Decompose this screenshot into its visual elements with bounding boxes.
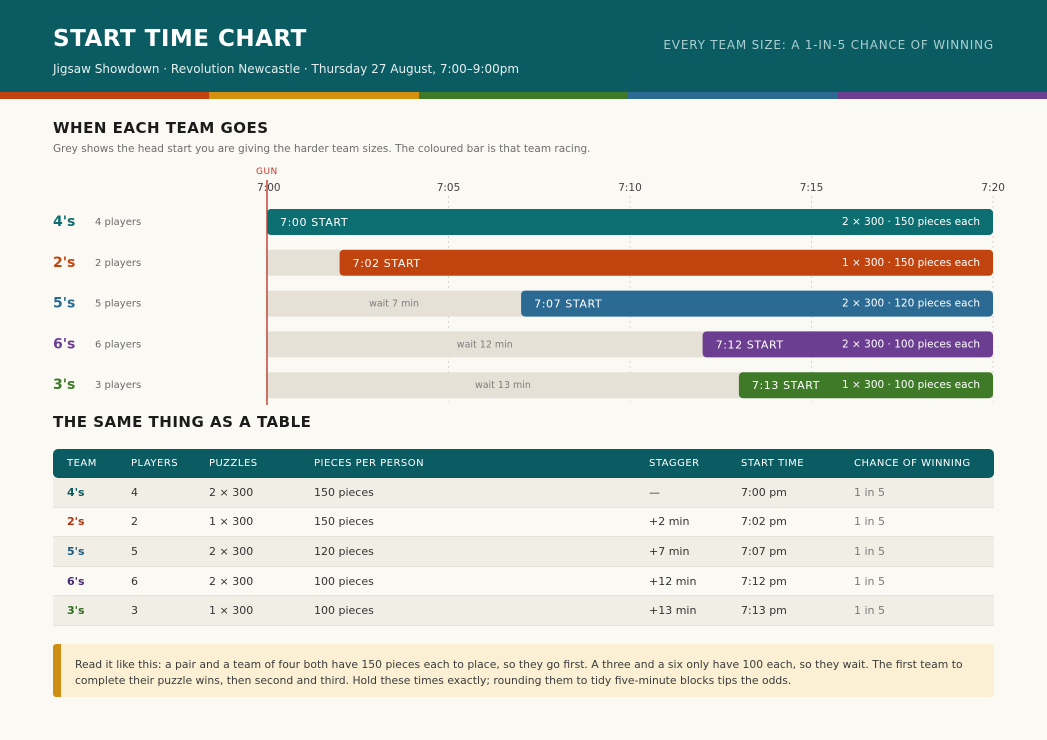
page-title: START TIME CHART: [53, 26, 307, 52]
cell-chance: 1 in 5: [854, 574, 886, 588]
cell-puzzles: 1 × 300: [209, 515, 254, 529]
gantt-description: Grey shows the head start you are giving…: [53, 143, 591, 155]
cell-pieces: 100 pieces: [314, 574, 374, 588]
wait-bar: [267, 249, 344, 276]
stripe-segment: [837, 92, 1047, 99]
team-label: 5's: [53, 296, 75, 312]
detail-label: 1 × 300 · 150 pieces each: [842, 257, 980, 269]
wait-label: wait 7 min: [369, 299, 419, 310]
cell-chance: 1 in 5: [854, 604, 886, 618]
note-text: Read it like this: a pair and a team of …: [75, 658, 963, 687]
table-header-row: TEAM PLAYERS PUZZLES PIECES PER PERSON S…: [53, 449, 994, 478]
team-label: 6's: [53, 336, 75, 352]
cell-chance: 1 in 5: [854, 515, 886, 529]
column-header-pieces: PIECES PER PERSON: [314, 458, 425, 469]
detail-label: 2 × 300 · 100 pieces each: [842, 338, 980, 350]
players-label: 2 players: [95, 258, 141, 269]
column-header-start-time: START TIME: [741, 458, 805, 469]
page-tagline: EVERY TEAM SIZE: A 1-IN-5 CHANCE OF WINN…: [663, 38, 994, 52]
start-label: 7:00 START: [280, 216, 348, 229]
column-header-puzzles: PUZZLES: [209, 458, 258, 469]
x-tick-label: 7:15: [800, 182, 824, 194]
table-body: 4's 4 2 × 300 150 pieces — 7:00 pm 1 in 5 2's 2 1…: [53, 478, 994, 626]
start-label: 7:13 START: [752, 379, 820, 392]
players-label: 6 players: [95, 339, 141, 350]
cell-pieces: 120 pieces: [314, 544, 374, 558]
cell-start-time: 7:02 pm: [741, 515, 787, 529]
stripe-segment: [0, 92, 210, 99]
cell-team: 3's: [67, 604, 85, 618]
table-row: 2's 2 1 × 300 150 pieces +2 min 7:02 pm 1 in 5: [53, 508, 994, 538]
reading-note: Read it like this: a pair and a team of …: [53, 644, 994, 697]
team-label: 4's: [53, 214, 75, 230]
players-label: 3 players: [95, 380, 141, 391]
gun-label: GUN: [256, 167, 278, 177]
cell-puzzles: 2 × 300: [209, 574, 254, 588]
cell-chance: 1 in 5: [854, 485, 886, 499]
page-subtitle: Jigsaw Showdown · Revolution Newcastle ·…: [53, 62, 520, 76]
start-label: 7:07 START: [534, 298, 602, 311]
detail-label: 1 × 300 · 100 pieces each: [842, 379, 980, 391]
team-label: 2's: [53, 255, 75, 271]
stripe-segment: [418, 92, 629, 99]
cell-stagger: +12 min: [649, 574, 697, 588]
x-tick-label: 7:00: [257, 182, 281, 194]
cell-team: 5's: [67, 544, 85, 558]
cell-pieces: 150 pieces: [314, 515, 374, 529]
column-header-team: TEAM: [67, 458, 97, 469]
cell-start-time: 7:00 pm: [741, 485, 787, 499]
cell-start-time: 7:13 pm: [741, 604, 787, 618]
column-header-stagger: STAGGER: [649, 458, 700, 469]
x-tick-label: 7:20: [981, 182, 1005, 194]
cell-start-time: 7:07 pm: [741, 544, 787, 558]
team-label: 3's: [53, 377, 75, 393]
start-label: 7:12 START: [716, 338, 784, 351]
detail-label: 2 × 300 · 120 pieces each: [842, 298, 980, 310]
table-row: 4's 4 2 × 300 150 pieces — 7:00 pm 1 in 5: [53, 478, 994, 508]
start-label: 7:02 START: [353, 257, 421, 270]
cell-start-time: 7:12 pm: [741, 574, 787, 588]
x-tick-label: 7:10: [618, 182, 642, 194]
cell-players: 2: [131, 515, 138, 529]
players-label: 5 players: [95, 299, 141, 310]
cell-puzzles: 1 × 300: [209, 604, 254, 618]
stripe-segment: [628, 92, 839, 99]
cell-players: 5: [131, 544, 138, 558]
cell-stagger: +2 min: [649, 515, 690, 529]
table-row: 6's 6 2 × 300 100 pieces +12 min 7:12 pm 1 in …: [53, 567, 994, 597]
cell-stagger: +7 min: [649, 544, 690, 558]
cell-stagger: —: [649, 485, 660, 499]
cell-stagger: +13 min: [649, 604, 697, 618]
start-time-gantt-chart: 7:00 7:05 7:10 7:15 7:20 GUN 4's 4 players 7:00 …: [53, 167, 1005, 405]
cell-team: 6's: [67, 574, 85, 588]
cell-chance: 1 in 5: [854, 544, 886, 558]
cell-pieces: 150 pieces: [314, 485, 374, 499]
cell-players: 6: [131, 574, 138, 588]
cell-pieces: 100 pieces: [314, 604, 374, 618]
column-header-players: PLAYERS: [131, 458, 179, 469]
column-header-chance: CHANCE OF WINNING: [854, 458, 971, 469]
cell-puzzles: 2 × 300: [209, 544, 254, 558]
x-tick-label: 7:05: [437, 182, 461, 194]
wait-label: wait 12 min: [457, 339, 513, 350]
start-time-table: TEAM PLAYERS PUZZLES PIECES PER PERSON S…: [53, 449, 994, 626]
table-row: 3's 3 1 × 300 100 pieces +13 min 7:13 pm 1 in …: [53, 596, 994, 626]
cell-players: 4: [131, 485, 138, 499]
cell-puzzles: 2 × 300: [209, 485, 254, 499]
stripe-segment: [209, 92, 420, 99]
wait-label: wait 13 min: [475, 380, 531, 391]
cell-players: 3: [131, 604, 138, 618]
header-banner: START TIME CHART Jigsaw Showdown · Revol…: [0, 0, 1047, 92]
players-label: 4 players: [95, 217, 141, 228]
gantt-heading: WHEN EACH TEAM GOES: [53, 119, 269, 137]
cell-team: 2's: [67, 515, 85, 529]
cell-team: 4's: [67, 485, 85, 499]
table-heading: THE SAME THING AS A TABLE: [53, 413, 312, 431]
table-row: 5's 5 2 × 300 120 pieces +7 min 7:07 pm 1 in 5: [53, 537, 994, 567]
detail-label: 2 × 300 · 150 pieces each: [842, 216, 980, 228]
